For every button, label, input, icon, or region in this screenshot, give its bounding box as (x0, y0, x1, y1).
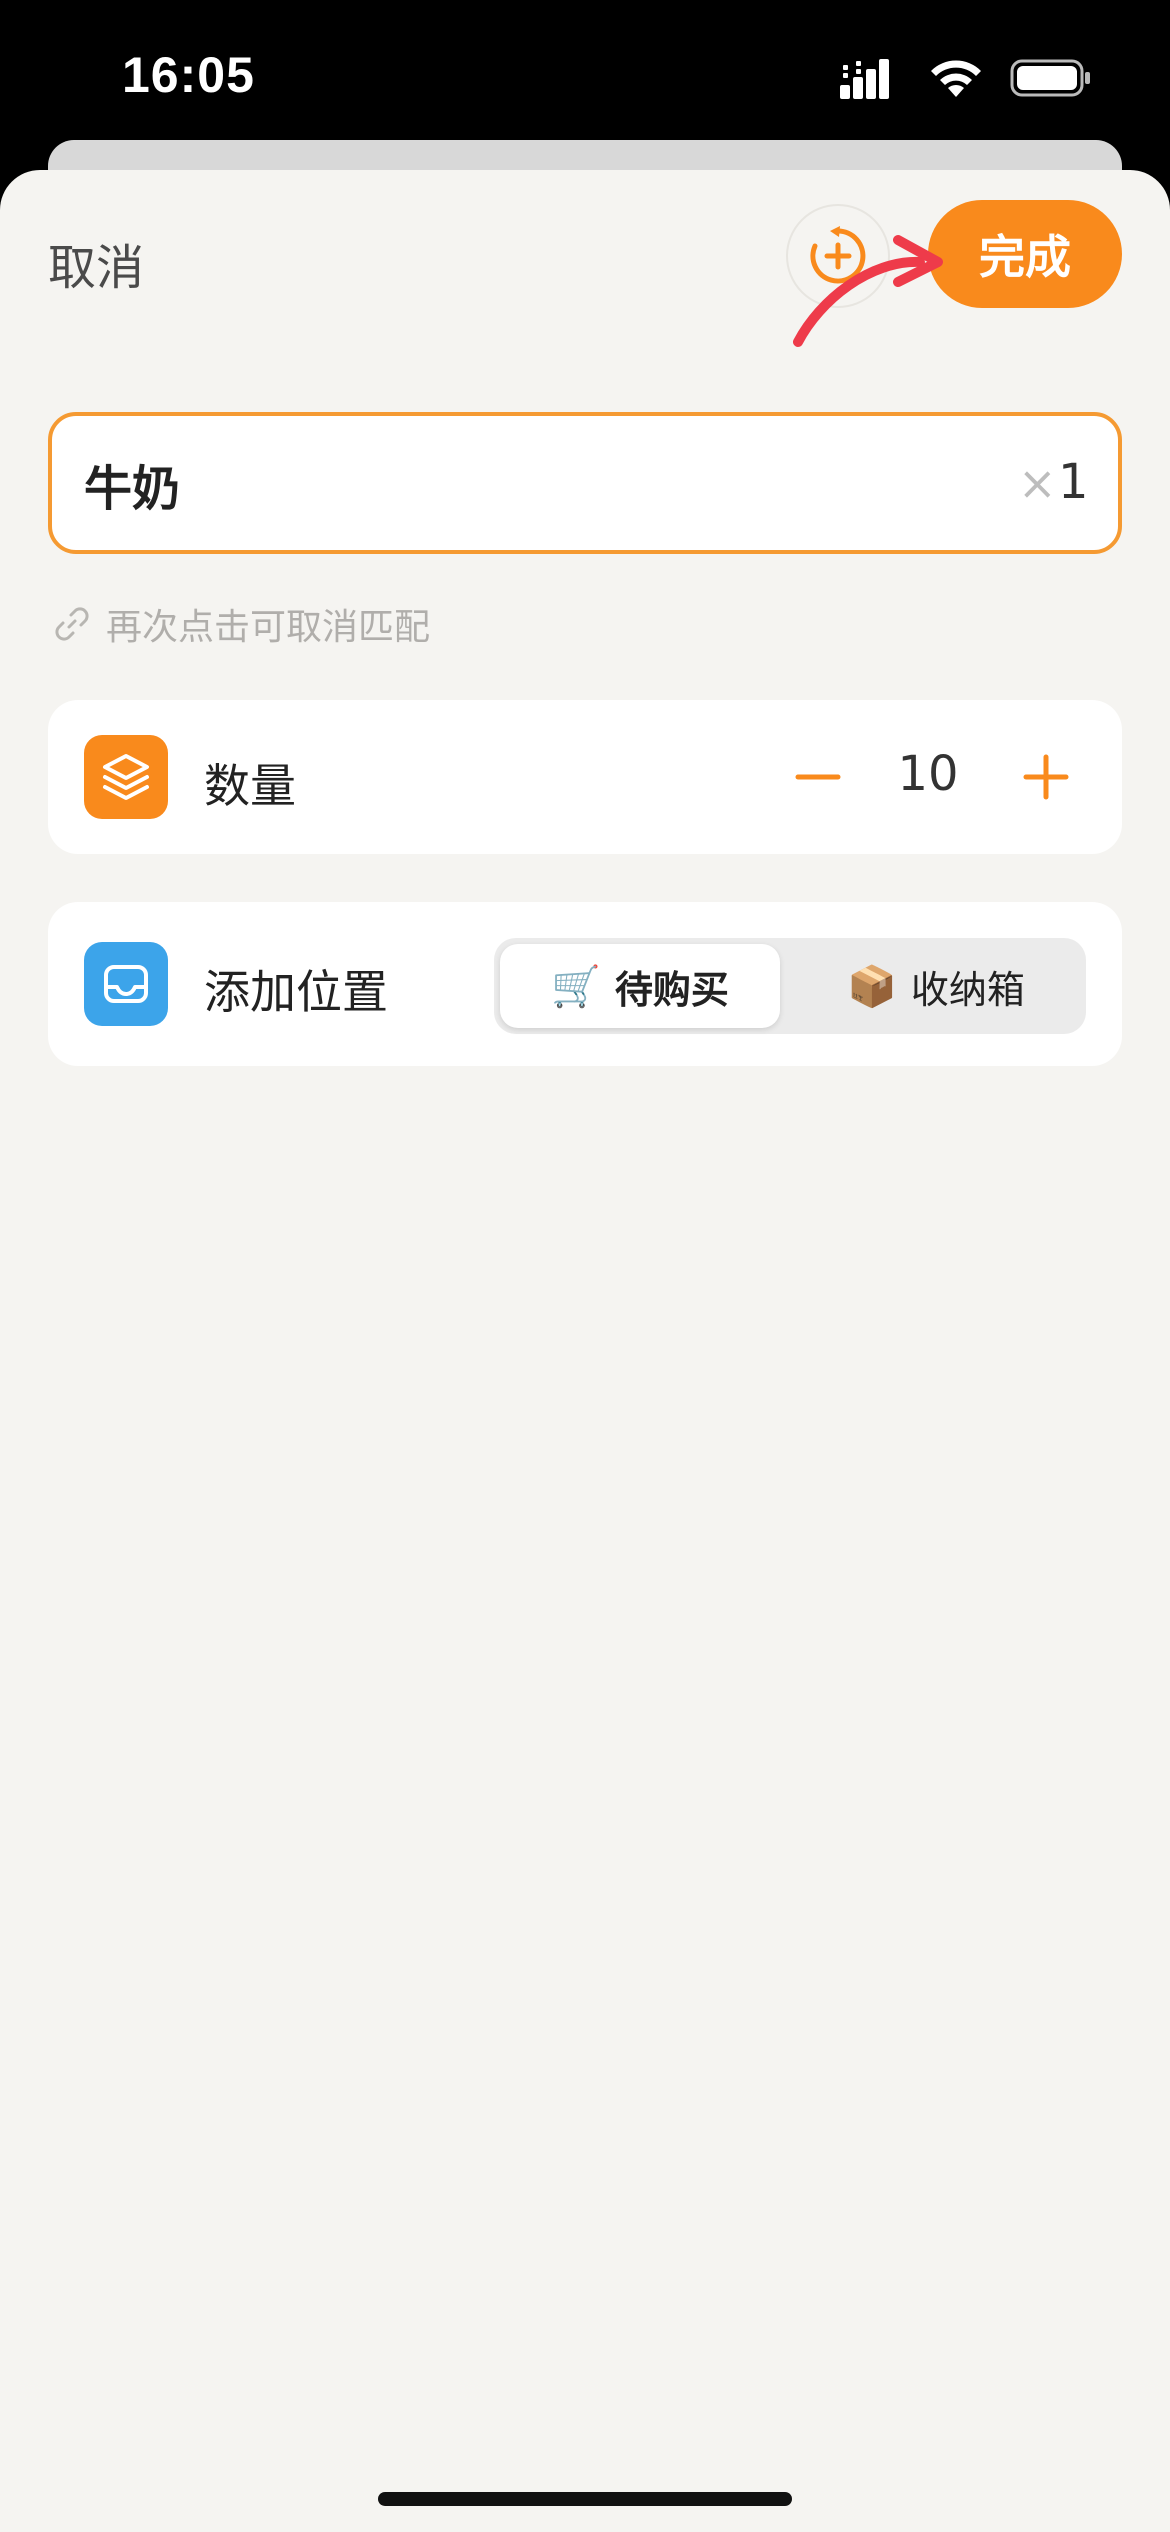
quantity-label: 数量 (204, 759, 296, 813)
segment-to-buy[interactable]: 🛒 待购买 (500, 944, 780, 1028)
battery-icon (1010, 59, 1090, 97)
layers-icon (84, 735, 168, 819)
wifi-icon (931, 60, 981, 97)
package-icon: 📦 (847, 963, 897, 1010)
minus-icon (795, 774, 841, 780)
quantity-decrement-button[interactable] (786, 745, 850, 809)
quantity-card: 数量 10 (48, 700, 1122, 854)
add-item-sheet: 取消 完成 × 1 再次点击可取消匹配 (0, 170, 1170, 2532)
location-label: 添加位置 (204, 965, 388, 1019)
status-time: 16:05 (122, 47, 255, 103)
location-segmented-control: 🛒 待购买 📦 收纳箱 (494, 938, 1086, 1034)
segment-storage-box-label: 收纳箱 (910, 967, 1025, 1012)
location-card: 添加位置 🛒 待购买 📦 收纳箱 (48, 902, 1122, 1066)
hint-text: 再次点击可取消匹配 (106, 607, 431, 648)
link-icon (55, 607, 89, 641)
cancel-button[interactable]: 取消 (48, 228, 144, 298)
segment-to-buy-label: 待购买 (614, 967, 729, 1012)
status-icons (840, 56, 1092, 100)
item-name-input[interactable] (84, 452, 884, 516)
segment-storage-box[interactable]: 📦 收纳箱 (796, 944, 1076, 1028)
quantity-increment-button[interactable] (1014, 745, 1078, 809)
plus-icon (1023, 754, 1069, 800)
quantity-value: 10 (897, 746, 959, 802)
shopping-cart-icon: 🛒 (551, 963, 601, 1010)
match-hint: 再次点击可取消匹配 (52, 598, 430, 650)
status-bar: 16:05 (0, 0, 1170, 150)
home-indicator (378, 2492, 792, 2506)
multiplier-symbol[interactable]: × (1018, 456, 1057, 510)
multiplier-value[interactable]: 1 (1058, 454, 1089, 510)
item-name-field[interactable]: × 1 (48, 412, 1122, 554)
annotation-arrow-icon (793, 235, 943, 347)
tray-icon (84, 942, 168, 1026)
signal-icon (840, 59, 889, 99)
